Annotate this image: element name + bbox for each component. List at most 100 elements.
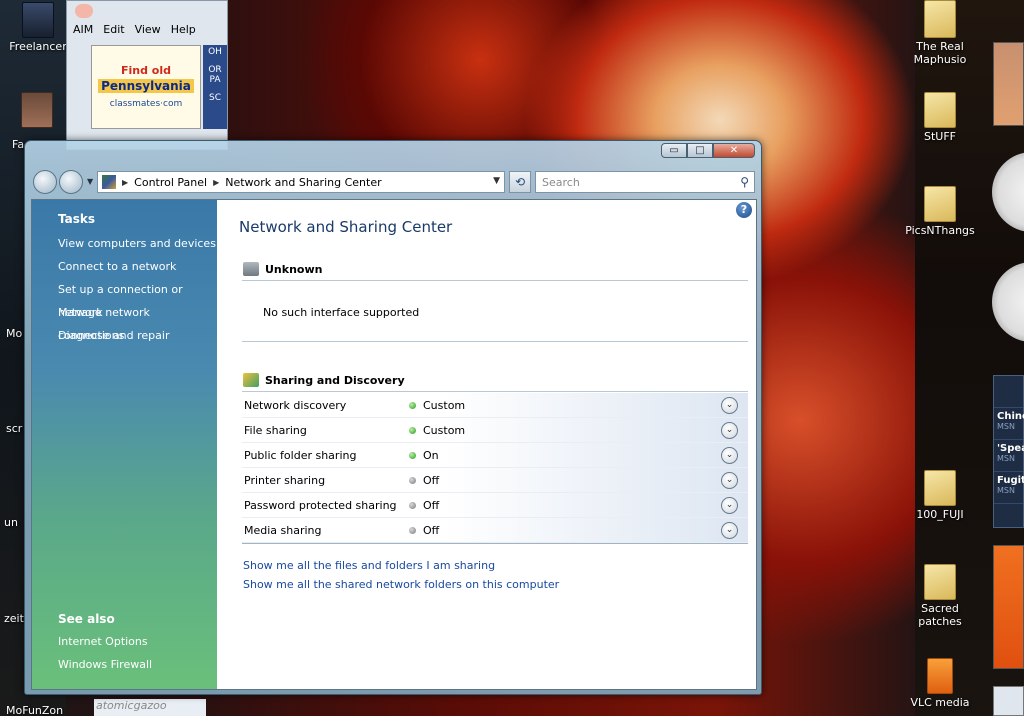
- desktop-icon-mofunzon-label[interactable]: MoFunZon: [6, 704, 63, 716]
- sharing-row-media-sharing[interactable]: Media sharing Off ⌄: [242, 518, 748, 543]
- search-icon[interactable]: ⚲: [740, 175, 749, 189]
- tasks-heading: Tasks: [58, 212, 96, 226]
- msn-news-item[interactable]: 'SpeaMSN: [994, 440, 1024, 472]
- expand-chevron-icon[interactable]: ⌄: [721, 447, 738, 464]
- status-off-icon: [409, 501, 416, 509]
- desktop-icon-mo-label[interactable]: Mo: [6, 327, 22, 340]
- msn-news-item[interactable]: ChineMSN: [994, 408, 1024, 440]
- maximize-button[interactable]: □: [687, 143, 713, 158]
- desktop-icon-freelancer[interactable]: Freelancer: [8, 2, 68, 53]
- sharing-row-public-folder[interactable]: Public folder sharing On ⌄: [242, 443, 748, 468]
- breadcrumb-arrow-icon[interactable]: ▶: [213, 178, 219, 187]
- desktop-icon-un-label[interactable]: un: [4, 516, 18, 529]
- sharing-row-password-protected[interactable]: Password protected sharing Off ⌄: [242, 493, 748, 518]
- task-setup-connection[interactable]: Set up a connection or network: [32, 278, 217, 319]
- desktop-icon-100-fuji[interactable]: 100_FUJI: [912, 470, 968, 521]
- row-label: Network discovery: [244, 398, 347, 412]
- desktop-icon-fa[interactable]: [14, 92, 60, 130]
- gadget-bottom[interactable]: [993, 686, 1024, 716]
- slideshow-gadget[interactable]: [993, 42, 1024, 126]
- control-panel-icon: [102, 175, 116, 189]
- see-also-windows-firewall[interactable]: Windows Firewall: [32, 653, 152, 676]
- search-input[interactable]: Search ⚲: [535, 171, 755, 193]
- aim-screenname-field[interactable]: atomicgazoo: [94, 699, 206, 716]
- expand-chevron-icon[interactable]: ⌄: [721, 497, 738, 514]
- page-title: Network and Sharing Center: [239, 218, 453, 236]
- expand-chevron-icon[interactable]: ⌄: [721, 472, 738, 489]
- aim-logo-icon: [75, 4, 93, 18]
- divider: [242, 543, 748, 544]
- task-pane: Tasks View computers and devices Connect…: [32, 200, 217, 689]
- ad-state-or: OR: [208, 65, 222, 75]
- sharing-row-printer-sharing[interactable]: Printer sharing Off ⌄: [242, 468, 748, 493]
- help-icon[interactable]: ?: [736, 202, 752, 218]
- row-value: Custom: [423, 423, 466, 437]
- task-diagnose-repair[interactable]: Diagnose and repair: [32, 324, 217, 347]
- see-also-heading: See also: [58, 612, 115, 626]
- aim-window[interactable]: AIM Edit View Help Find old Pennsylvania…: [66, 0, 228, 150]
- see-also-internet-options[interactable]: Internet Options: [32, 630, 152, 653]
- aim-advertisement[interactable]: Find old Pennsylvania classmates·com: [91, 45, 201, 129]
- link-show-shared-folders[interactable]: Show me all the shared network folders o…: [243, 578, 559, 591]
- close-button[interactable]: ✕: [713, 143, 755, 158]
- row-value: Off: [423, 498, 440, 512]
- desktop-icon-sacred-patches[interactable]: Sacred patches: [912, 564, 968, 628]
- network-sharing-center-window[interactable]: ▭ □ ✕ ▼ ▶ Control Panel ▶ Network and Sh…: [24, 140, 762, 695]
- task-view-computers[interactable]: View computers and devices: [32, 232, 217, 255]
- back-button[interactable]: [33, 170, 57, 194]
- desktop-icon-vlc[interactable]: VLC media: [906, 658, 974, 709]
- ad-state-sc: SC: [209, 93, 221, 103]
- folder-icon: [924, 0, 956, 38]
- aim-menu-aim[interactable]: AIM: [73, 23, 93, 36]
- ad-state-oh: OH: [208, 47, 222, 57]
- desktop-icon-picsnthangs[interactable]: PicsNThangs: [904, 186, 976, 237]
- status-on-icon: [409, 451, 416, 459]
- desktop-icon-the-real-maphusio[interactable]: The Real Maphusio: [912, 0, 968, 66]
- sharing-icon: [243, 373, 259, 387]
- minimize-button[interactable]: ▭: [661, 143, 687, 158]
- breadcrumb-control-panel[interactable]: Control Panel: [134, 176, 207, 189]
- desktop-icon-scr-label[interactable]: scr: [6, 422, 22, 435]
- aim-menu-edit[interactable]: Edit: [103, 23, 124, 36]
- sharing-section-heading: Sharing and Discovery: [243, 373, 405, 387]
- msn-news-item[interactable]: FugitiMSN: [994, 472, 1024, 504]
- desktop-icon-fa-label: Fa: [12, 138, 25, 151]
- status-off-icon: [409, 476, 416, 484]
- expand-chevron-icon[interactable]: ⌄: [721, 522, 738, 539]
- freelancer-icon: [22, 2, 54, 38]
- content-area: Tasks View computers and devices Connect…: [31, 199, 757, 690]
- sharing-row-file-sharing[interactable]: File sharing Custom ⌄: [242, 418, 748, 443]
- sharing-row-network-discovery[interactable]: Network discovery Custom ⌄: [242, 393, 748, 418]
- expand-chevron-icon[interactable]: ⌄: [721, 422, 738, 439]
- recent-pages-chevron-icon[interactable]: ▼: [87, 177, 95, 186]
- expand-chevron-icon[interactable]: ⌄: [721, 397, 738, 414]
- notes-gadget[interactable]: [993, 545, 1024, 669]
- breadcrumb-network-sharing[interactable]: Network and Sharing Center: [225, 176, 381, 189]
- desktop-icon-stuff[interactable]: StUFF: [912, 92, 968, 143]
- row-value: On: [423, 448, 439, 462]
- address-bar[interactable]: ▶ Control Panel ▶ Network and Sharing Ce…: [97, 171, 505, 193]
- refresh-button[interactable]: ⟲: [509, 171, 531, 193]
- address-dropdown-icon[interactable]: ▼: [493, 176, 500, 186]
- row-value: Off: [423, 473, 440, 487]
- folder-icon: [924, 470, 956, 506]
- desktop-icon-zeit-label[interactable]: zeit: [4, 612, 24, 625]
- vlc-cone-icon: [927, 658, 953, 694]
- breadcrumb-arrow-icon[interactable]: ▶: [122, 178, 128, 187]
- aim-ad-state-list[interactable]: OH OR PA SC: [203, 45, 227, 129]
- msn-news-gadget[interactable]: ChineMSN 'SpeaMSN FugitiMSN: [993, 375, 1024, 528]
- see-also-section: See also Internet Options Windows Firewa…: [32, 612, 152, 676]
- row-label: Password protected sharing: [244, 498, 397, 512]
- row-label: Media sharing: [244, 523, 322, 537]
- forward-button[interactable]: [59, 170, 83, 194]
- task-connect-network[interactable]: Connect to a network: [32, 255, 217, 278]
- aim-menu-help[interactable]: Help: [171, 23, 196, 36]
- aim-menu-view[interactable]: View: [135, 23, 161, 36]
- task-manage-connections[interactable]: Manage network connections: [32, 301, 217, 342]
- link-show-shared-files[interactable]: Show me all the files and folders I am s…: [243, 559, 495, 572]
- status-on-icon: [409, 426, 416, 434]
- row-label: Public folder sharing: [244, 448, 357, 462]
- network-status-text: No such interface supported: [263, 306, 420, 319]
- network-name: Unknown: [265, 262, 323, 276]
- divider: [242, 391, 748, 392]
